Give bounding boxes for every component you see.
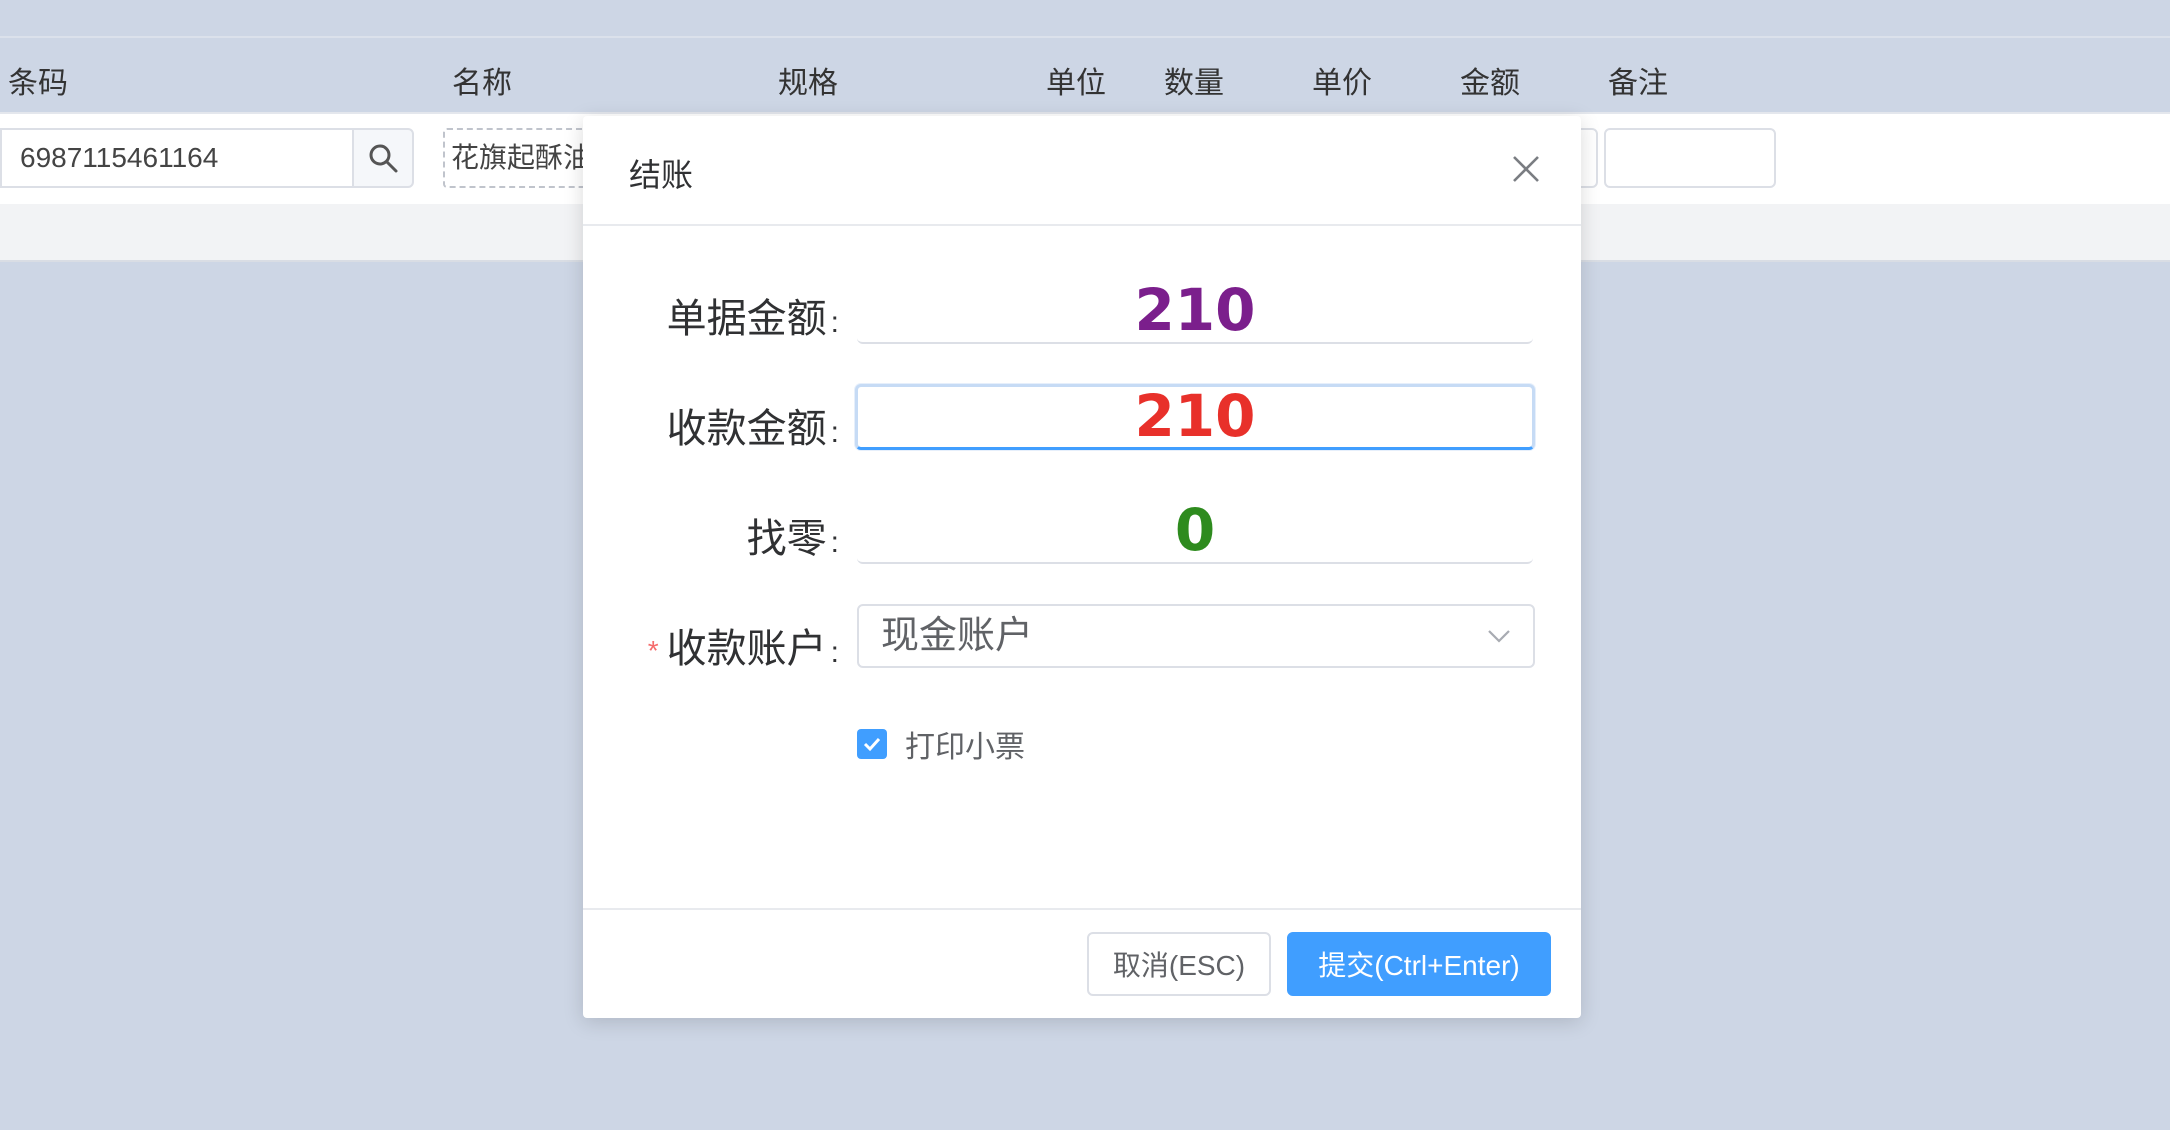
- print-receipt-option[interactable]: 打印小票: [857, 724, 1025, 764]
- header-price: 单价: [1312, 67, 1372, 100]
- bill-amount-label: 单据金额:: [666, 297, 839, 341]
- received-amount-row: 收款金额: 210: [583, 384, 1581, 454]
- chevron-down-icon: [1488, 630, 1510, 643]
- barcode-input[interactable]: 6987115461164: [0, 128, 352, 188]
- search-icon: [369, 144, 398, 173]
- bill-amount-value: 210: [857, 278, 1533, 344]
- header-amount: 金额: [1460, 67, 1520, 100]
- change-row: 找零: 0: [583, 498, 1581, 564]
- change-label: 找零:: [746, 517, 839, 561]
- barcode-search-button[interactable]: [352, 128, 414, 188]
- required-mark: *: [647, 635, 659, 666]
- header-remark: 备注: [1608, 67, 1668, 100]
- header-spec: 规格: [778, 67, 838, 100]
- received-amount-input[interactable]: 210: [855, 384, 1535, 450]
- header-name: 名称: [452, 67, 512, 100]
- account-row: * 收款账户: 现金账户: [583, 604, 1581, 674]
- table-header: 条码 名称 规格 单位 数量 单价 金额 备注: [0, 38, 2170, 112]
- print-receipt-checkbox[interactable]: [857, 729, 887, 759]
- close-icon: [1513, 156, 1539, 182]
- check-icon: [863, 737, 881, 752]
- account-select[interactable]: 现金账户: [857, 604, 1535, 668]
- bill-amount-row: 单据金额: 210: [583, 278, 1581, 344]
- account-label: * 收款账户:: [647, 627, 839, 671]
- change-value: 0: [857, 498, 1533, 564]
- cancel-button[interactable]: 取消(ESC): [1087, 932, 1271, 996]
- close-button[interactable]: [1509, 152, 1543, 186]
- dialog-footer: 取消(ESC) 提交(Ctrl+Enter): [583, 908, 1581, 1020]
- header-unit: 单位: [1046, 67, 1106, 100]
- top-strip: [0, 0, 2170, 38]
- account-select-value: 现金账户: [881, 615, 1034, 657]
- dialog-header: 结账: [583, 116, 1581, 226]
- header-quantity: 数量: [1164, 67, 1224, 100]
- dialog-title: 结账: [629, 157, 694, 193]
- remark-input[interactable]: [1604, 128, 1776, 188]
- received-amount-label: 收款金额:: [666, 407, 839, 451]
- submit-button[interactable]: 提交(Ctrl+Enter): [1287, 932, 1551, 996]
- checkout-dialog: 结账 单据金额: 210 收款金额: 210 找零: 0 * 收款账户: 现金账…: [583, 116, 1581, 1018]
- header-barcode: 条码: [8, 67, 68, 100]
- print-receipt-label: 打印小票: [905, 731, 1025, 764]
